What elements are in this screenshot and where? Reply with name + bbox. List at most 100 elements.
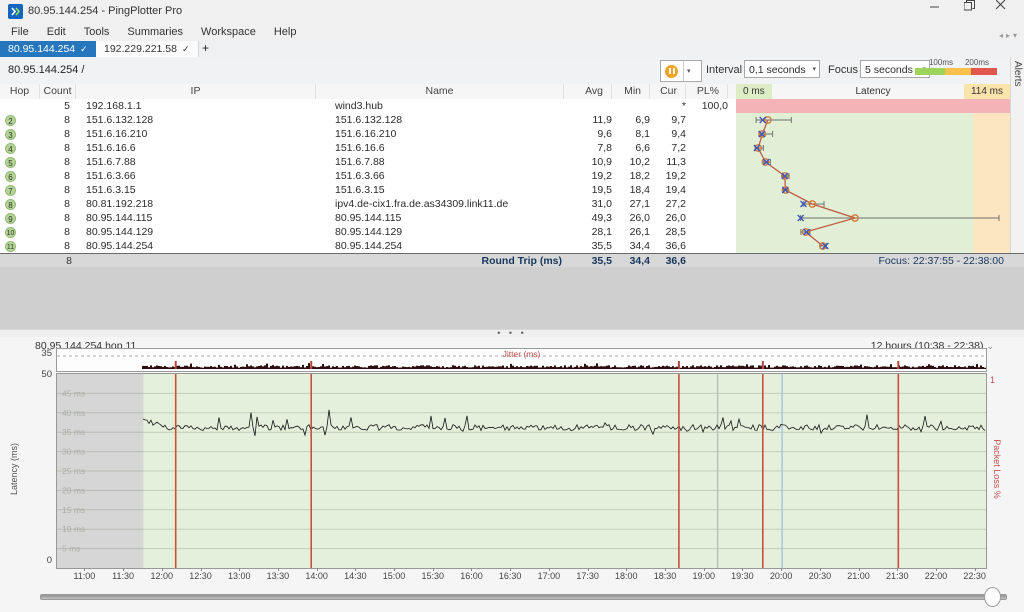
hop-badge: 10 [5, 227, 16, 238]
column-header-ip[interactable]: IP [76, 84, 316, 99]
pause-dropdown-icon[interactable]: ▾ [683, 61, 694, 81]
jitter-scale-max: 35 [22, 348, 52, 359]
focus-label: Focus [828, 64, 858, 76]
alerts-side-tab[interactable]: Alerts [1010, 57, 1024, 267]
name-cell: 151.6.3.15 [316, 183, 564, 197]
svg-text:20 ms: 20 ms [62, 485, 85, 495]
time-tick-label: 12:30 [184, 571, 218, 581]
hop-badge: 2 [5, 115, 16, 126]
round-trip-row: 8 Round Trip (ms) 35,5 34,4 36,6 Focus: … [0, 253, 1024, 268]
name-cell: 80.95.144.115 [316, 211, 564, 225]
latency-scale-min: 0 [22, 555, 52, 566]
close-button[interactable] [996, 0, 1024, 23]
app-icon [8, 4, 23, 19]
hop-badge: 7 [5, 185, 16, 196]
name-cell: 151.6.16.6 [316, 141, 564, 155]
hop-badge: 5 [5, 157, 16, 168]
name-cell: 80.95.144.254 [316, 239, 564, 253]
avg-cell: 31,0 [564, 197, 612, 211]
control-bar: 80.95.144.254 / ▾ Interval 0,1 seconds▾ … [0, 57, 1024, 85]
pl-cell [694, 169, 728, 183]
timeline-latency-plot[interactable]: 45 ms40 ms35 ms30 ms25 ms20 ms15 ms10 ms… [56, 373, 987, 569]
tab-scroll-icons[interactable]: ◂▸▾ [999, 31, 1020, 40]
column-header-pl[interactable]: PL% [694, 84, 728, 99]
ip-cell: 151.6.3.15 [76, 183, 316, 197]
menu-file[interactable]: File [2, 23, 38, 41]
time-tick-label: 18:30 [648, 571, 682, 581]
ip-cell: 151.6.16.6 [76, 141, 316, 155]
count-cell: 8 [40, 169, 70, 183]
time-tick-label: 16:00 [454, 571, 488, 581]
hop-latency-graph[interactable] [736, 99, 1010, 253]
svg-text:5 ms: 5 ms [62, 544, 80, 554]
pl-cell [694, 225, 728, 239]
interval-label: Interval [706, 64, 742, 76]
menu-workspace[interactable]: Workspace [192, 23, 265, 41]
cur-cell: 9,4 [658, 127, 686, 141]
scale-100ms-label: 100ms [921, 58, 961, 67]
menu-help[interactable]: Help [265, 23, 306, 41]
hop-cell: 8 [0, 197, 40, 211]
hop-cell: 11 [0, 239, 40, 253]
column-header-min[interactable]: Min [620, 84, 650, 99]
pl-cell: 100,0 [694, 99, 728, 113]
time-tick-label: 22:30 [958, 571, 992, 581]
menubar: FileEditToolsSummariesWorkspaceHelp [0, 23, 1024, 41]
time-tick-label: 20:00 [764, 571, 798, 581]
time-tick-label: 14:30 [338, 571, 372, 581]
name-cell: 151.6.3.66 [316, 169, 564, 183]
column-header-avg[interactable]: Avg [564, 84, 612, 99]
tab-192.229.221.58[interactable]: 192.229.221.58✓ [96, 41, 199, 57]
min-cell: 8,1 [620, 127, 650, 141]
avg-cell: 19,5 [564, 183, 612, 197]
svg-text:30 ms: 30 ms [62, 447, 85, 457]
new-tab-button[interactable]: + [196, 41, 215, 57]
min-cell: 6,9 [620, 113, 650, 127]
scale-segment [971, 68, 997, 75]
latency-axis-label: Latency (ms) [9, 429, 19, 509]
time-tick-label: 21:30 [880, 571, 914, 581]
time-tick-label: 13:00 [222, 571, 256, 581]
cur-cell: 9,7 [658, 113, 686, 127]
time-tick-label: 16:30 [493, 571, 527, 581]
time-tick-label: 15:30 [416, 571, 450, 581]
avg-cell: 35,5 [564, 239, 612, 253]
menu-edit[interactable]: Edit [38, 23, 75, 41]
menu-summaries[interactable]: Summaries [118, 23, 192, 41]
count-cell: 8 [40, 197, 70, 211]
cur-cell: * [658, 99, 686, 113]
latency-graph-header[interactable]: 0 ms Latency 114 ms [736, 84, 1010, 99]
restore-button[interactable] [964, 0, 996, 23]
scale-segment [915, 68, 945, 75]
tab-80.95.144.254[interactable]: 80.95.144.254✓ [0, 41, 96, 57]
svg-text:45 ms: 45 ms [62, 388, 85, 398]
packet-loss-axis-max: 1 [990, 375, 995, 385]
avg-cell: 19,2 [564, 169, 612, 183]
avg-cell: 49,3 [564, 211, 612, 225]
count-cell: 8 [40, 183, 70, 197]
count-cell: 8 [40, 141, 70, 155]
column-header-name[interactable]: Name [316, 84, 564, 99]
ip-cell: 151.6.7.88 [76, 155, 316, 169]
timeline-scrollbar-thumb[interactable] [984, 587, 1001, 607]
column-header-count[interactable]: Count [40, 84, 76, 99]
hop-cell: 2 [0, 113, 40, 127]
name-cell: ipv4.de-cix1.fra.de.as34309.link11.de [316, 197, 564, 211]
min-cell: 10,2 [620, 155, 650, 169]
avg-cell: 10,9 [564, 155, 612, 169]
pl-cell [694, 239, 728, 253]
hop-cell: 3 [0, 127, 40, 141]
minimize-button[interactable] [930, 0, 962, 23]
cur-cell: 11,3 [658, 155, 686, 169]
pause-button[interactable]: ▾ [660, 60, 702, 82]
column-header-cur[interactable]: Cur [658, 84, 686, 99]
jitter-strip[interactable]: Jitter (ms) [56, 348, 987, 372]
count-cell: 5 [40, 99, 70, 113]
count-cell: 8 [40, 239, 70, 253]
min-cell: 18,4 [620, 183, 650, 197]
menu-tools[interactable]: Tools [75, 23, 119, 41]
time-tick-label: 19:00 [687, 571, 721, 581]
interval-select[interactable]: 0,1 seconds▾ [744, 60, 820, 78]
column-header-hop[interactable]: Hop [0, 84, 40, 99]
timeline-scrollbar-track[interactable] [40, 594, 1007, 600]
